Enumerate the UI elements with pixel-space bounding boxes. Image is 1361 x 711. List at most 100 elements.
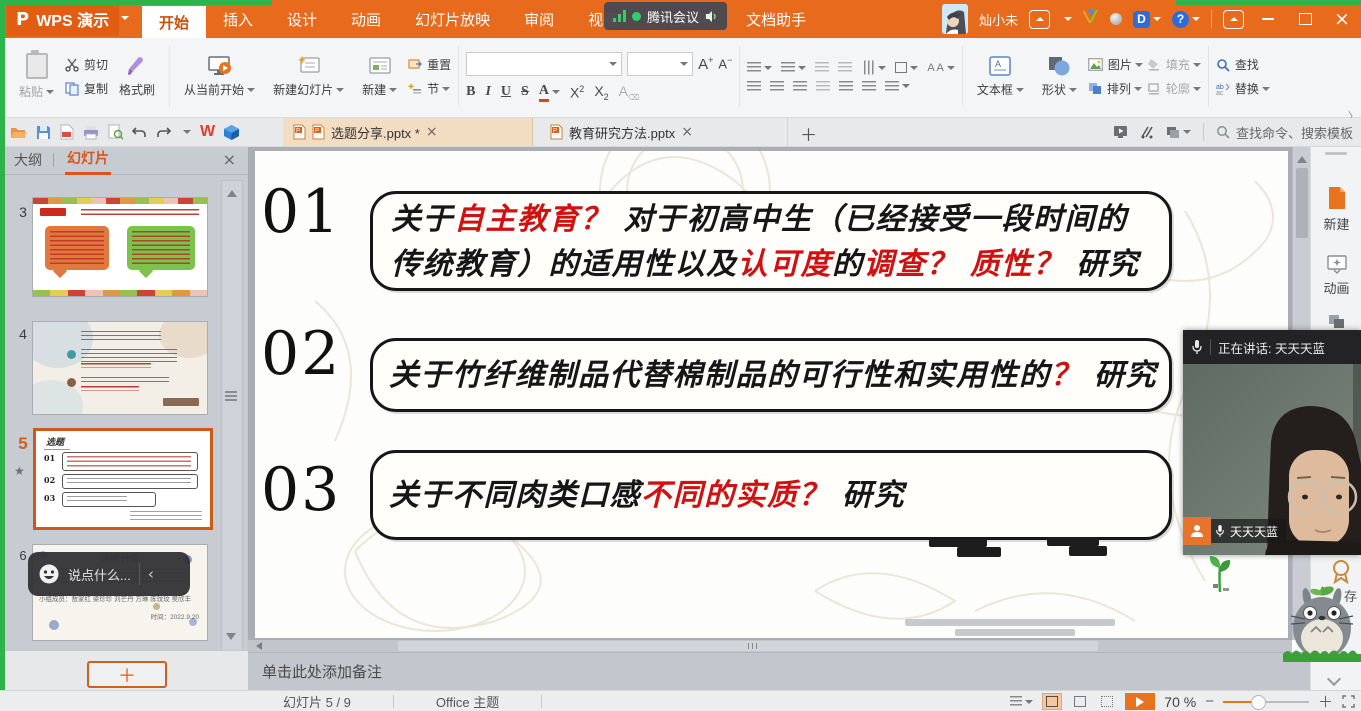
cut-button[interactable]: 剪切: [65, 56, 108, 73]
picture-button[interactable]: 图片: [1088, 56, 1143, 73]
app-menu-caret-icon[interactable]: [121, 16, 129, 24]
cloud-sync-icon[interactable]: [1110, 13, 1122, 25]
print-preview-icon[interactable]: [108, 124, 123, 140]
app-logo[interactable]: P WPS 演示: [6, 2, 119, 36]
justify-button[interactable]: [816, 81, 830, 92]
user-avatar[interactable]: [942, 4, 968, 34]
italic-button[interactable]: I: [485, 84, 490, 100]
zoom-level[interactable]: 70 %: [1164, 694, 1196, 710]
filetab-close-icon[interactable]: ×: [426, 124, 438, 140]
view-normal-button[interactable]: [1042, 693, 1062, 710]
paste-button[interactable]: 粘贴: [12, 51, 61, 102]
scroll-left-icon[interactable]: [252, 642, 262, 650]
text-direction-button[interactable]: [861, 62, 886, 73]
align-left-button[interactable]: [747, 81, 761, 92]
tab-review[interactable]: 审阅: [507, 0, 571, 38]
slideshow-play-button[interactable]: [1125, 693, 1155, 710]
zoom-slider[interactable]: [1223, 701, 1309, 703]
tab-doc-assistant[interactable]: 文档助手: [729, 0, 823, 38]
arrange-button[interactable]: 排列: [1088, 80, 1143, 97]
item-01-number[interactable]: 01: [261, 177, 333, 247]
item-03-number[interactable]: 03: [261, 455, 333, 525]
export-pdf-icon[interactable]: [60, 124, 74, 140]
format-painter-button[interactable]: 格式刷: [112, 53, 162, 100]
present-mode-icon[interactable]: [1113, 125, 1128, 139]
zoom-in-icon[interactable]: ＋: [1318, 691, 1333, 711]
help-icon[interactable]: ?: [1172, 11, 1200, 28]
wps-v-icon[interactable]: [1083, 9, 1099, 29]
slide-thumbnail-4[interactable]: [33, 322, 207, 414]
save-icon[interactable]: [36, 125, 51, 140]
new-tab-button[interactable]: ＋: [800, 121, 817, 146]
increase-indent-button[interactable]: [838, 62, 852, 73]
task-new-button[interactable]: 新建: [1311, 186, 1361, 233]
decrease-font-icon[interactable]: A−: [718, 55, 732, 71]
ink-tools-icon[interactable]: [1140, 125, 1154, 139]
panel-drag-handle[interactable]: [1325, 152, 1347, 155]
item-03-box[interactable]: 关于不同肉类口感不同的实质？ 研究: [370, 450, 1172, 540]
video-feed[interactable]: 天天天蓝: [1183, 364, 1361, 555]
maximize-button[interactable]: [1292, 0, 1318, 38]
command-search-box[interactable]: 查找命令、搜索模板: [1216, 123, 1353, 142]
item-02-box[interactable]: 关于竹纤维制品代替棉制品的可行性和实用性的？ 研究: [370, 338, 1172, 412]
scroll-up-icon[interactable]: [1297, 151, 1307, 163]
align-center-button[interactable]: [770, 81, 784, 92]
view-notes-button[interactable]: [1098, 694, 1116, 709]
strikethrough-button[interactable]: S: [521, 84, 529, 100]
font-size-select[interactable]: [627, 52, 693, 76]
participant-count-badge[interactable]: [1183, 517, 1211, 545]
outline-button[interactable]: 轮廓: [1147, 80, 1201, 97]
tab-design[interactable]: 设计: [270, 0, 334, 38]
task-arrange-icon[interactable]: [1311, 314, 1361, 330]
member-badge-icon[interactable]: [1029, 10, 1050, 29]
notes-pane[interactable]: 单击此处添加备注: [248, 652, 1310, 691]
tab-insert[interactable]: 插入: [206, 0, 270, 38]
quick-access-caret-icon[interactable]: [183, 130, 191, 138]
filetab-other[interactable]: P 教育研究方法.pptx ×: [540, 118, 788, 146]
member-caret-icon[interactable]: [1064, 17, 1072, 25]
replace-button[interactable]: abac 替换: [1216, 80, 1270, 97]
meeting-video-window[interactable]: 正在讲话: 天天天蓝 天天天蓝: [1183, 330, 1361, 555]
find-button[interactable]: 查找: [1216, 56, 1270, 73]
slide-canvas[interactable]: 01 关于自主教育？ 对于初高中生（已经接受一段时间的传统教育）的适用性以及认可…: [255, 151, 1288, 638]
open-folder-icon[interactable]: [10, 125, 27, 140]
new-layout-button[interactable]: 新建: [355, 53, 404, 100]
textbox-button[interactable]: A 文本框: [970, 53, 1031, 100]
fill-button[interactable]: 填充: [1147, 56, 1201, 73]
meeting-chat-bubble[interactable]: 说点什么... ‹: [28, 552, 190, 596]
switch-window-icon[interactable]: [1166, 126, 1191, 139]
notes-placeholder[interactable]: 单击此处添加备注: [262, 661, 1310, 682]
tab-slideshow[interactable]: 幻灯片放映: [398, 0, 507, 38]
medal-icon[interactable]: [1328, 558, 1354, 584]
increase-font-icon[interactable]: A+: [698, 55, 713, 73]
scroll-up-icon[interactable]: [227, 185, 237, 197]
cube-icon[interactable]: [224, 125, 239, 140]
decrease-indent-button[interactable]: [815, 62, 829, 73]
tab-animation[interactable]: 动画: [334, 0, 398, 38]
emoji-smiley-icon[interactable]: [38, 563, 60, 585]
task-animation-button[interactable]: 动画: [1311, 254, 1361, 297]
notes-toggle-icon[interactable]: [1010, 696, 1033, 707]
item-01-box[interactable]: 关于自主教育？ 对于初高中生（已经接受一段时间的传统教育）的适用性以及认可度的调…: [370, 191, 1172, 291]
collapse-left-icon[interactable]: ‹: [148, 565, 154, 583]
hide-ribbon-icon[interactable]: [1223, 10, 1244, 29]
fullscreen-icon[interactable]: [1342, 695, 1355, 708]
new-slide-button[interactable]: 新建幻灯片: [266, 53, 351, 100]
animation-star-icon[interactable]: ★: [14, 464, 25, 478]
clear-format-button[interactable]: A⌫: [619, 83, 640, 102]
bold-button[interactable]: B: [466, 84, 475, 100]
slide-thumbnail-5-current[interactable]: 选题 01 02 03: [33, 428, 213, 530]
line-spacing-button[interactable]: [839, 81, 853, 92]
view-sorter-button[interactable]: [1071, 694, 1089, 709]
theme-name[interactable]: Office 主题: [436, 692, 499, 711]
section-button[interactable]: 节: [408, 80, 451, 97]
item-02-number[interactable]: 02: [261, 319, 333, 389]
slide-horizontal-scrollbar[interactable]: [248, 640, 1292, 652]
char-spacing-button[interactable]: A A: [927, 62, 955, 74]
para-spacing-after-button[interactable]: [885, 81, 910, 92]
font-family-select[interactable]: [466, 52, 622, 76]
scroll-down-icon[interactable]: [226, 633, 236, 645]
para-spacing-before-button[interactable]: [862, 81, 876, 92]
tab-home[interactable]: 开始: [142, 6, 206, 38]
scrollbar-thumb[interactable]: [1296, 168, 1308, 238]
